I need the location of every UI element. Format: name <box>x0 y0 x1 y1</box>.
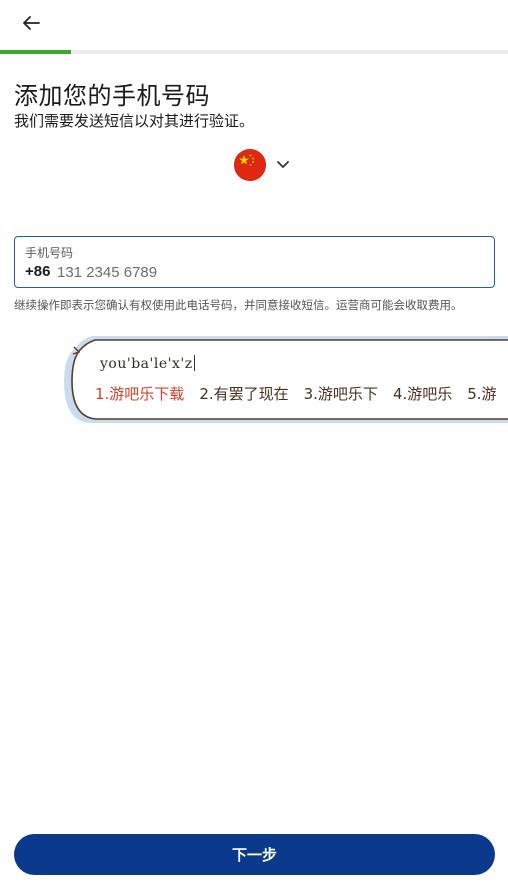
ime-candidate-4[interactable]: 4.游吧乐 <box>393 383 452 404</box>
ime-candidate-5[interactable]: 5.游 <box>467 383 496 404</box>
ime-popup-background <box>64 336 508 423</box>
ime-candidate-2[interactable]: 2.有罢了现在 <box>199 383 288 404</box>
country-code-prefix: +86 <box>25 263 51 280</box>
page-subtitle: 我们需要发送短信以对其进行验证。 <box>14 112 255 130</box>
phone-field-label: 手机号码 <box>25 246 74 260</box>
ime-candidate-1[interactable]: 1.游吧乐下载 <box>95 383 184 404</box>
progress-fill <box>0 50 72 54</box>
phone-number-field[interactable]: 手机号码 +86 <box>14 236 495 288</box>
top-bar <box>0 0 508 50</box>
china-flag-icon <box>234 149 266 181</box>
chevron-down-icon <box>277 161 289 168</box>
country-picker[interactable] <box>234 148 294 182</box>
page-title: 添加您的手机号码 <box>14 82 210 110</box>
progress-bar <box>0 50 508 54</box>
ime-composition-text: you'ba'le'x'z <box>100 355 195 372</box>
ime-candidate-popup: you'ba'le'x'z 1.游吧乐下载 2.有罢了现在 3.游吧乐下 4.游吧乐 5… <box>62 333 508 425</box>
back-button[interactable] <box>14 8 48 38</box>
text-caret <box>193 355 195 371</box>
phone-input[interactable] <box>57 261 477 283</box>
consent-disclaimer: 继续操作即表示您确认有权使用此电话号码，并同意接收短信。运营商可能会收取费用。 <box>14 298 463 312</box>
next-button[interactable]: 下一步 <box>14 834 495 875</box>
ime-candidate-3[interactable]: 3.游吧乐下 <box>304 383 378 404</box>
arrow-left-icon <box>23 16 40 30</box>
ime-candidate-list: 1.游吧乐下载 2.有罢了现在 3.游吧乐下 4.游吧乐 5.游 <box>95 383 508 404</box>
